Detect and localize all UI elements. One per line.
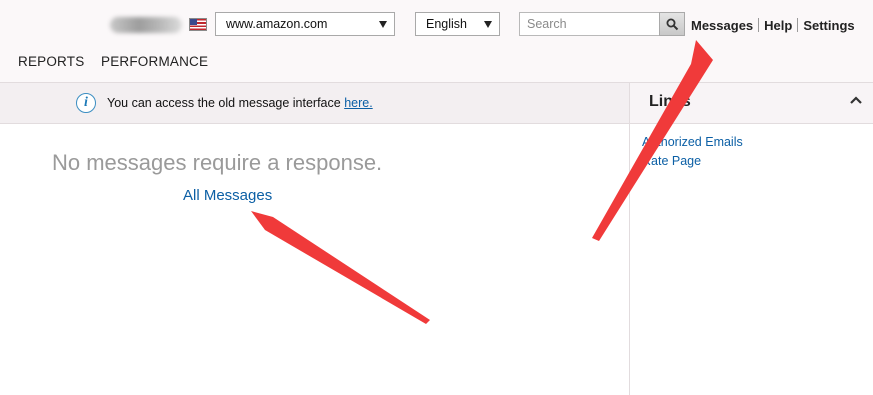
info-icon: i <box>76 93 96 113</box>
links-panel-title: Links <box>649 93 691 110</box>
search-icon <box>666 18 679 31</box>
language-select[interactable]: English <box>415 12 500 36</box>
marketplace-value: www.amazon.com <box>226 17 328 31</box>
separator <box>797 18 799 32</box>
links-panel-header: Links <box>630 83 873 124</box>
blurred-account-name <box>110 17 182 33</box>
search-input[interactable] <box>519 12 660 36</box>
empty-state-message: No messages require a response. <box>52 150 383 175</box>
top-header: www.amazon.com English Messages Help Setti… <box>0 0 873 83</box>
dropdown-caret-icon <box>379 21 387 28</box>
info-banner-message: You can access the old message interface <box>107 96 345 110</box>
dropdown-caret-icon <box>484 21 492 28</box>
links-panel: Links Authorized Emails Rate Page <box>629 83 873 395</box>
search-button[interactable] <box>659 12 685 36</box>
info-banner: i You can access the old message interfa… <box>0 83 629 124</box>
arrow-to-all-messages <box>251 211 430 324</box>
rate-page-link[interactable]: Rate Page <box>642 154 701 168</box>
settings-link[interactable]: Settings <box>803 18 854 33</box>
header-links: Messages Help Settings <box>691 18 855 33</box>
old-interface-link[interactable]: here. <box>344 96 373 110</box>
chevron-up-icon[interactable] <box>849 93 863 107</box>
nav-performance[interactable]: PERFORMANCE <box>101 54 208 69</box>
messages-link[interactable]: Messages <box>691 18 753 33</box>
authorized-emails-link[interactable]: Authorized Emails <box>642 135 743 149</box>
help-link[interactable]: Help <box>764 18 792 33</box>
us-flag-icon <box>189 18 207 31</box>
marketplace-select[interactable]: www.amazon.com <box>215 12 395 36</box>
all-messages-link[interactable]: All Messages <box>183 187 272 204</box>
language-value: English <box>426 17 467 31</box>
separator <box>758 18 760 32</box>
info-banner-text: You can access the old message interface… <box>107 96 373 110</box>
nav-reports[interactable]: REPORTS <box>18 54 84 69</box>
